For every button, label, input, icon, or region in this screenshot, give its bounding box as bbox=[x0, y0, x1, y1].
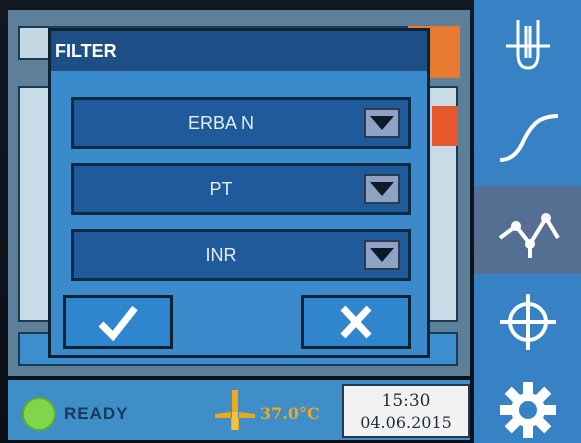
unit-dropdown[interactable]: INR bbox=[71, 229, 411, 281]
dropdown-value: ERBA N bbox=[187, 112, 255, 133]
dropdown-value: PT bbox=[209, 178, 233, 199]
dropdown-value: INR bbox=[205, 244, 237, 265]
checkmark-icon bbox=[98, 305, 138, 342]
date-readout: 04.06.2015 bbox=[360, 413, 452, 432]
chevron-down-icon bbox=[370, 116, 394, 130]
status-bar: READY 37.0°C 15:30 04.06.2015 bbox=[8, 380, 470, 440]
cuvette-icon bbox=[505, 20, 550, 70]
sidebar-item-target[interactable] bbox=[474, 278, 581, 366]
dialog-body: ERBA N PT INR bbox=[51, 71, 427, 355]
time-readout: 15:30 bbox=[381, 391, 431, 411]
sidebar-item-curve[interactable] bbox=[474, 94, 581, 182]
filter-dialog: FILTER ERBA N PT INR bbox=[48, 28, 430, 358]
curve-icon bbox=[499, 114, 558, 162]
graph-nodes-icon bbox=[498, 213, 560, 258]
dropdown-arrow-button[interactable] bbox=[364, 108, 400, 138]
sidebar-item-cuvette[interactable] bbox=[474, 2, 581, 90]
crosshair-icon bbox=[499, 294, 556, 350]
reagent-dropdown[interactable]: ERBA N bbox=[71, 97, 411, 149]
dropdown-arrow-button[interactable] bbox=[364, 174, 400, 204]
chevron-down-icon bbox=[370, 182, 394, 196]
chevron-down-icon bbox=[370, 248, 394, 262]
temperature-readout: 37.0°C bbox=[260, 404, 320, 423]
confirm-button[interactable] bbox=[63, 295, 173, 349]
cancel-button[interactable] bbox=[301, 295, 411, 349]
dialog-title: FILTER bbox=[55, 41, 117, 61]
datetime-display: 15:30 04.06.2015 bbox=[342, 384, 470, 438]
sidebar-item-settings[interactable] bbox=[474, 366, 581, 443]
background-orange-marker bbox=[432, 106, 458, 146]
sidebar-item-graph[interactable] bbox=[474, 186, 581, 274]
test-dropdown[interactable]: PT bbox=[71, 163, 411, 215]
gear-icon bbox=[499, 382, 556, 438]
status-label: READY bbox=[64, 404, 129, 423]
dropdown-arrow-button[interactable] bbox=[364, 240, 400, 270]
sidebar bbox=[474, 0, 581, 443]
thermostat-icon bbox=[215, 390, 255, 430]
dialog-titlebar: FILTER bbox=[51, 31, 427, 71]
status-indicator-icon bbox=[22, 397, 56, 431]
close-icon bbox=[340, 305, 372, 339]
